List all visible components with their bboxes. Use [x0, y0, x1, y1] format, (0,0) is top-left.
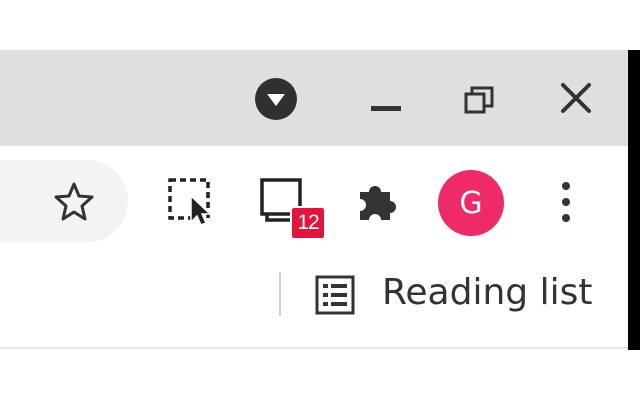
puzzle-icon	[360, 186, 396, 220]
reading-list-button[interactable]: Reading list	[306, 262, 596, 328]
bookmark-star-button[interactable]	[52, 180, 96, 224]
close-icon	[561, 83, 591, 113]
reading-list-label: Reading list	[382, 272, 593, 313]
menu-button[interactable]	[552, 180, 580, 224]
dashed-selection-cursor-icon	[168, 178, 212, 226]
extensions-button[interactable]	[354, 178, 400, 224]
star-icon	[54, 182, 94, 221]
tab-search-button[interactable]	[254, 77, 298, 121]
minimize-icon	[371, 106, 401, 111]
tab-count-badge: 12	[290, 206, 326, 240]
selection-tool-button[interactable]	[166, 176, 218, 228]
minimize-button[interactable]	[366, 96, 406, 120]
restore-button[interactable]	[462, 83, 498, 117]
restore-icon	[464, 86, 494, 114]
title-bar	[0, 50, 628, 146]
close-window-button[interactable]	[558, 80, 594, 116]
kebab-menu-icon	[562, 182, 570, 222]
bookmarks-separator	[279, 272, 281, 316]
chevron-down-circle-icon	[255, 78, 297, 120]
profile-avatar[interactable]: G	[438, 170, 504, 236]
list-icon	[315, 275, 355, 315]
content-divider	[0, 347, 628, 349]
window-edge	[628, 50, 640, 350]
